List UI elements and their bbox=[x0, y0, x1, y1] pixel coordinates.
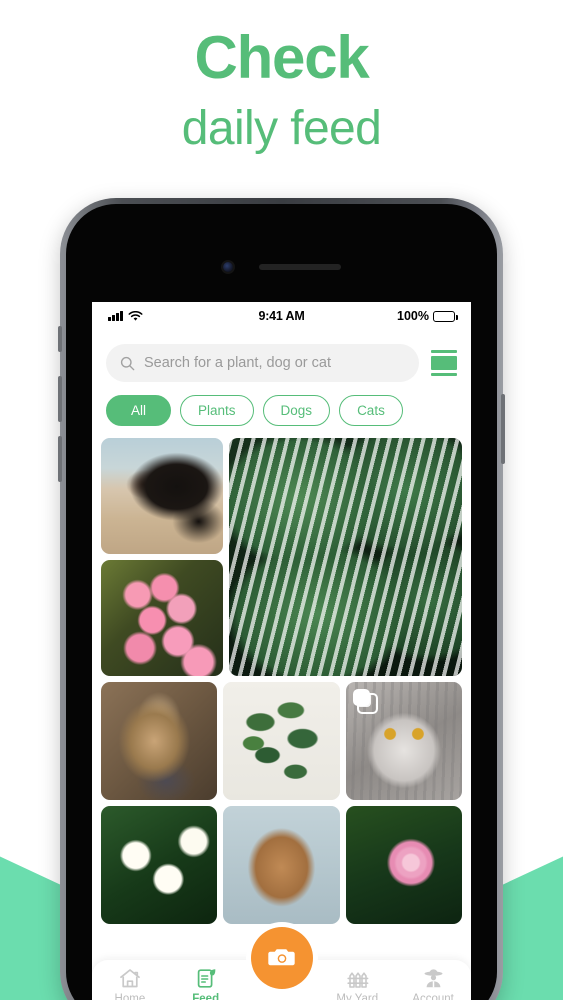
photo-card-pink-bergenia-flowers[interactable] bbox=[101, 560, 223, 676]
volume-down-button[interactable] bbox=[58, 436, 62, 482]
phone-hardware-row bbox=[66, 262, 497, 272]
filter-chip-all[interactable]: All bbox=[106, 395, 172, 426]
photo-thumbnail bbox=[345, 806, 462, 924]
photo-thumbnail bbox=[101, 560, 223, 676]
photo-thumbnail bbox=[101, 682, 218, 800]
feed-row bbox=[101, 438, 462, 676]
filter-layout-icon[interactable] bbox=[431, 350, 457, 376]
tab-feed[interactable]: Feed bbox=[168, 967, 244, 1000]
photo-thumbnail bbox=[101, 806, 218, 924]
wifi-icon bbox=[128, 310, 143, 321]
tab-home[interactable]: Home bbox=[92, 967, 168, 1000]
feed-row bbox=[101, 682, 462, 800]
power-button[interactable] bbox=[501, 394, 505, 464]
marketing-screenshot: Check daily feed 9:41 AM 100% Search for… bbox=[0, 0, 563, 1000]
farmer-avatar-icon bbox=[424, 969, 443, 988]
search-placeholder: Search for a plant, dog or cat bbox=[144, 355, 331, 371]
photo-thumbnail bbox=[101, 438, 223, 554]
page-title: Check daily feed bbox=[0, 24, 563, 159]
photo-feed-grid bbox=[92, 426, 471, 924]
search-icon bbox=[120, 356, 135, 370]
fence-icon bbox=[347, 972, 369, 988]
photo-card-brown-poodle-puppy[interactable] bbox=[223, 806, 340, 924]
camera-icon bbox=[267, 949, 295, 966]
search-row: Search for a plant, dog or cat bbox=[92, 330, 471, 382]
headline-secondary: daily feed bbox=[181, 101, 382, 155]
photo-card-calathea-striped-leaves[interactable] bbox=[229, 438, 462, 676]
status-bar-left bbox=[108, 310, 258, 322]
photo-thumbnail bbox=[223, 682, 340, 800]
app-screen: 9:41 AM 100% Search for a plant, dog or … bbox=[92, 302, 471, 1000]
photo-card-yorkshire-terrier[interactable] bbox=[101, 682, 218, 800]
house-icon bbox=[120, 969, 140, 988]
tab-label: Account bbox=[412, 993, 454, 1000]
filter-chip-dogs[interactable]: Dogs bbox=[262, 395, 331, 426]
multiple-photos-badge-icon bbox=[352, 689, 378, 714]
tab-label: My Yard bbox=[336, 993, 379, 1000]
photo-thumbnail bbox=[229, 438, 462, 676]
status-bar-right: 100% bbox=[305, 309, 458, 323]
camera-fab-button[interactable] bbox=[250, 927, 313, 989]
tab-my-yard[interactable]: My Yard bbox=[319, 967, 395, 1000]
phone-bezel: 9:41 AM 100% Search for a plant, dog or … bbox=[66, 204, 497, 1000]
tab-label: Feed bbox=[192, 993, 220, 1000]
phone-mockup: 9:41 AM 100% Search for a plant, dog or … bbox=[58, 198, 505, 1000]
clipboard-leaf-icon bbox=[197, 969, 216, 988]
photo-card-white-plumeria-flowers[interactable] bbox=[101, 806, 218, 924]
photo-thumbnail bbox=[223, 806, 340, 924]
filter-chip-group: All Plants Dogs Cats bbox=[92, 382, 471, 426]
tab-label: Home bbox=[114, 993, 146, 1000]
status-bar-time: 9:41 AM bbox=[258, 309, 305, 323]
battery-percent-label: 100% bbox=[397, 309, 430, 323]
photo-card-pink-water-lily[interactable] bbox=[345, 806, 462, 924]
filter-chip-plants[interactable]: Plants bbox=[180, 395, 254, 426]
volume-up-button[interactable] bbox=[58, 376, 62, 422]
filter-chip-cats[interactable]: Cats bbox=[339, 395, 403, 426]
mute-switch[interactable] bbox=[58, 326, 62, 352]
search-input[interactable]: Search for a plant, dog or cat bbox=[106, 344, 419, 382]
front-camera-icon bbox=[222, 262, 233, 272]
earpiece-speaker bbox=[258, 264, 341, 270]
tab-account[interactable]: Account bbox=[395, 967, 471, 1000]
feed-row bbox=[101, 806, 462, 924]
headline-primary: Check bbox=[194, 24, 369, 91]
signal-bars-icon bbox=[108, 311, 123, 321]
photo-card-green-houseplant[interactable] bbox=[223, 682, 340, 800]
feed-column-left bbox=[101, 438, 223, 676]
battery-icon bbox=[433, 310, 458, 322]
photo-card-dachshund-on-beach[interactable] bbox=[101, 438, 223, 554]
photo-card-scottish-fold-cat[interactable] bbox=[345, 682, 462, 800]
status-bar: 9:41 AM 100% bbox=[92, 302, 471, 330]
